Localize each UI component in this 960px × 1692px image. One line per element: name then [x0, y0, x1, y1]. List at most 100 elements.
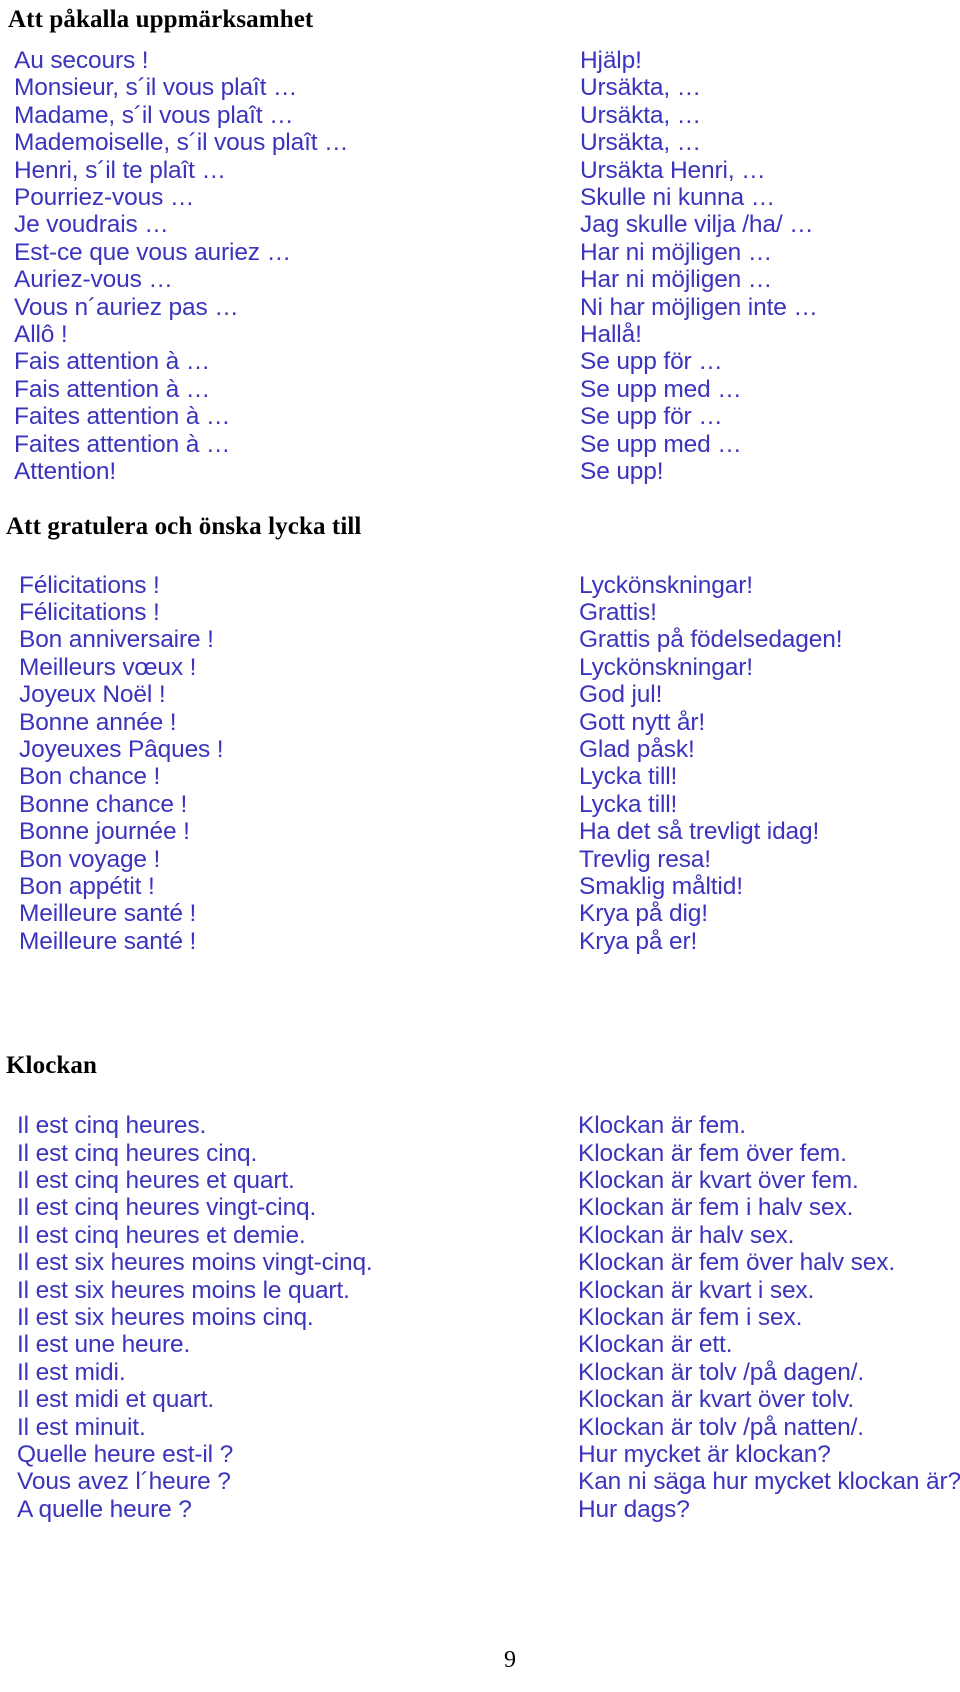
list-item: Lyckönskningar! — [579, 653, 753, 681]
list-item: Klockan är fem. — [578, 1112, 746, 1140]
list-item: Hur mycket är klockan? — [578, 1441, 831, 1469]
list-item: Il est six heures moins le quart. — [17, 1276, 350, 1304]
section-heading: Att gratulera och önska lycka till — [6, 512, 362, 540]
list-item: Se upp för … — [580, 403, 723, 431]
list-item: Lycka till! — [579, 763, 678, 791]
list-item: Ursäkta Henri, … — [580, 156, 766, 184]
list-item: Har ni möjligen … — [580, 266, 773, 294]
list-item: Bon chance ! — [19, 763, 161, 791]
list-item: Skulle ni kunna … — [580, 184, 775, 212]
list-item: Il est cinq heures et quart. — [17, 1167, 295, 1194]
document-page: Att påkalla uppmärksamhet Au secours ! M… — [0, 0, 960, 1692]
list-item: Fais attention à … — [14, 348, 211, 376]
list-item: Hur dags? — [578, 1495, 690, 1523]
list-item: Bon anniversaire ! — [19, 626, 214, 654]
french-phrase-list: Il est cinq heures. Il est cinq heures c… — [17, 1112, 520, 1523]
list-item: Ursäkta, … — [580, 101, 702, 129]
list-item: Klockan är fem över halv sex. — [578, 1249, 896, 1277]
list-item: Bonne année ! — [19, 708, 177, 736]
list-item: Trevlig resa! — [579, 845, 711, 873]
list-item: Il est cinq heures vingt-cinq. — [17, 1194, 317, 1222]
list-item: Klockan är ett. — [578, 1331, 733, 1359]
list-item: Faites attention à … — [14, 430, 231, 458]
list-item: Allô ! — [14, 321, 68, 349]
list-item: Lyckönskningar! — [579, 571, 753, 599]
list-item: Il est cinq heures cinq. — [17, 1139, 258, 1167]
list-item: Klockan är kvart över tolv. — [578, 1386, 854, 1414]
list-item: Smaklig måltid! — [579, 872, 743, 900]
list-item: God jul! — [579, 681, 663, 709]
section-att-gratulera-och-onska-lycka-till: Att gratulera och önska lycka till Félic… — [0, 513, 960, 956]
list-item: Quelle heure est-il ? — [17, 1441, 234, 1469]
list-item: A quelle heure ? — [17, 1495, 192, 1523]
swedish-phrase-list: Hjälp! Ursäkta, … Ursäkta, … Ursäkta, … … — [580, 47, 960, 486]
french-column: Au secours ! Monsieur, s´il vous plaît …… — [0, 47, 520, 486]
list-item: Meilleure santé ! — [19, 900, 197, 928]
list-item: Hjälp! — [580, 47, 642, 74]
list-item: Glad påsk! — [579, 735, 695, 763]
swedish-phrase-list: Klockan är fem. Klockan är fem över fem.… — [578, 1112, 960, 1523]
list-item: Madame, s´il vous plaît … — [14, 101, 294, 129]
list-item: Meilleurs vœux ! — [19, 653, 197, 681]
list-item: Se upp för … — [580, 348, 723, 376]
list-item: Klockan är tolv /på dagen/. — [578, 1358, 865, 1386]
list-item: Lycka till! — [579, 790, 678, 818]
list-item: Mademoiselle, s´il vous plaît … — [14, 129, 349, 157]
swedish-column: Hjälp! Ursäkta, … Ursäkta, … Ursäkta, … … — [520, 47, 960, 486]
list-item: Il est une heure. — [17, 1331, 191, 1359]
french-phrase-list: Félicitations ! Félicitations ! Bon anni… — [19, 572, 520, 956]
list-item: Hallå! — [580, 321, 642, 349]
list-item: Grattis! — [579, 598, 657, 626]
phrase-columns: Au secours ! Monsieur, s´il vous plaît …… — [0, 47, 960, 486]
section-heading: Att påkalla uppmärksamhet — [8, 6, 314, 33]
list-item: Bon appétit ! — [19, 872, 155, 900]
list-item: Meilleure santé ! — [19, 927, 197, 955]
list-item: Se upp med … — [580, 375, 742, 403]
list-item: Vous n´auriez pas … — [14, 293, 239, 321]
list-item: Je voudrais … — [14, 211, 169, 239]
section-att-pakalla-uppmarksamhet: Att påkalla uppmärksamhet Au secours ! M… — [0, 0, 960, 486]
list-item: Krya på er! — [579, 927, 698, 955]
list-item: Klockan är fem i halv sex. — [578, 1194, 854, 1222]
list-item: Bonne chance ! — [19, 790, 188, 818]
list-item: Joyeuxes Pâques ! — [19, 735, 224, 763]
section-klockan: Klockan Il est cinq heures. Il est cinq … — [0, 1052, 960, 1523]
french-column: Félicitations ! Félicitations ! Bon anni… — [0, 572, 520, 956]
swedish-column: Lyckönskningar! Grattis! Grattis på föde… — [520, 572, 960, 956]
list-item: Klockan är kvart i sex. — [578, 1276, 815, 1304]
list-item: Klockan är fem över fem. — [578, 1139, 847, 1167]
list-item: Au secours ! — [14, 47, 149, 74]
list-item: Faites attention à … — [14, 403, 231, 431]
list-item: Krya på dig! — [579, 900, 708, 928]
list-item: Attention! — [14, 458, 117, 486]
list-item: Ursäkta, … — [580, 129, 702, 157]
swedish-column: Klockan är fem. Klockan är fem över fem.… — [520, 1112, 960, 1523]
list-item: Il est six heures moins vingt-cinq. — [17, 1249, 373, 1277]
list-item: Ursäkta, … — [580, 74, 702, 102]
list-item: Klockan är tolv /på natten/. — [578, 1413, 864, 1441]
list-item: Ha det så trevligt idag! — [579, 818, 820, 846]
list-item: Klockan är fem i sex. — [578, 1304, 803, 1332]
list-item: Bonne journée ! — [19, 818, 190, 846]
list-item: Il est six heures moins cinq. — [17, 1304, 314, 1332]
list-item: Bon voyage ! — [19, 845, 161, 873]
list-item: Il est cinq heures. — [17, 1112, 207, 1140]
list-item: Auriez-vous … — [14, 266, 173, 294]
french-column: Il est cinq heures. Il est cinq heures c… — [0, 1112, 520, 1523]
list-item: Klockan är halv sex. — [578, 1221, 795, 1249]
list-item: Joyeux Noël ! — [19, 681, 166, 709]
swedish-phrase-list: Lyckönskningar! Grattis! Grattis på föde… — [579, 572, 960, 956]
list-item: Gott nytt år! — [579, 708, 706, 736]
list-item: Henri, s´il te plaît … — [14, 156, 226, 184]
phrase-columns: Félicitations ! Félicitations ! Bon anni… — [0, 572, 960, 956]
french-phrase-list: Au secours ! Monsieur, s´il vous plaît …… — [14, 47, 520, 486]
list-item: Félicitations ! — [19, 571, 160, 599]
list-item: Il est cinq heures et demie. — [17, 1221, 306, 1249]
list-item: Klockan är kvart över fem. — [578, 1167, 859, 1194]
list-item: Ni har möjligen inte … — [580, 293, 818, 321]
page-number: 9 — [504, 1647, 516, 1673]
list-item: Jag skulle vilja /ha/ … — [580, 211, 814, 239]
section-heading: Klockan — [6, 1052, 97, 1080]
list-item: Grattis på födelsedagen! — [579, 626, 843, 654]
list-item: Se upp med … — [580, 430, 742, 458]
